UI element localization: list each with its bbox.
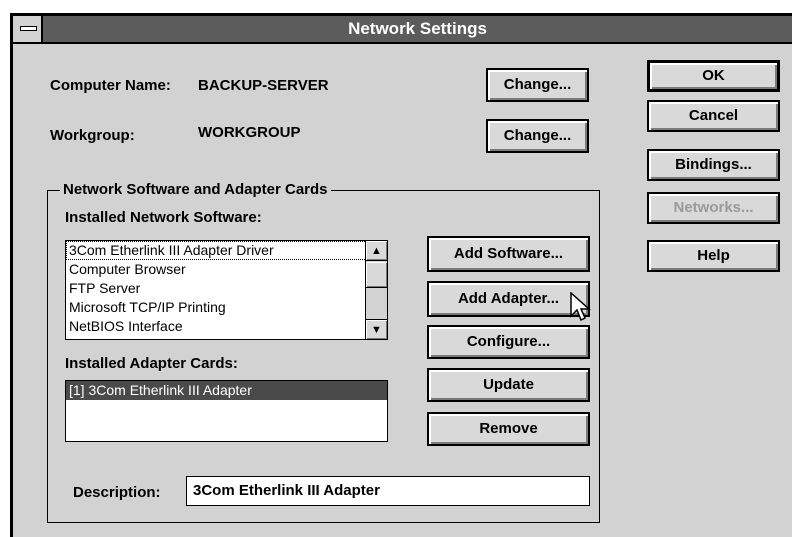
- scroll-up-button[interactable]: ▲: [366, 241, 387, 261]
- installed-adapters-label: Installed Adapter Cards:: [65, 355, 238, 372]
- system-menu-icon: [20, 26, 37, 31]
- ok-label: OK: [702, 67, 725, 84]
- software-list-item[interactable]: NetBIOS Interface: [66, 317, 387, 336]
- scroll-thumb[interactable]: [366, 262, 387, 288]
- configure-button[interactable]: Configure...: [427, 325, 590, 359]
- change-workgroup-button[interactable]: Change...: [486, 119, 589, 153]
- software-list-item[interactable]: Computer Browser: [66, 260, 387, 279]
- scroll-down-button[interactable]: ▼: [366, 319, 387, 339]
- configure-label: Configure...: [466, 333, 551, 350]
- change-workgroup-label: Change...: [503, 127, 572, 144]
- software-scrollbar[interactable]: ▲ ▼: [365, 241, 387, 339]
- workgroup-value: WORKGROUP: [198, 124, 301, 141]
- cancel-button[interactable]: Cancel: [647, 100, 780, 132]
- cancel-label: Cancel: [688, 107, 739, 124]
- add-software-button[interactable]: Add Software...: [427, 236, 590, 272]
- installed-software-label: Installed Network Software:: [65, 209, 262, 226]
- add-software-label: Add Software...: [453, 245, 564, 262]
- add-adapter-button[interactable]: Add Adapter...: [427, 281, 590, 317]
- installed-software-list[interactable]: 3Com Etherlink III Adapter Driver Compute…: [65, 240, 388, 340]
- software-items: 3Com Etherlink III Adapter Driver Compute…: [66, 241, 387, 336]
- mouse-pointer-icon: [570, 292, 591, 322]
- workgroup-label: Workgroup:: [50, 127, 135, 144]
- networks-button[interactable]: Networks...: [647, 192, 780, 224]
- remove-label: Remove: [479, 420, 538, 437]
- add-adapter-label: Add Adapter...: [457, 290, 560, 307]
- help-button[interactable]: Help: [647, 240, 780, 272]
- software-list-item[interactable]: FTP Server: [66, 279, 387, 298]
- adapter-list-item[interactable]: [1] 3Com Etherlink III Adapter: [66, 381, 387, 400]
- adapter-items: [1] 3Com Etherlink III Adapter: [66, 381, 387, 400]
- bindings-button[interactable]: Bindings...: [647, 149, 780, 181]
- description-field: 3Com Etherlink III Adapter: [186, 476, 590, 506]
- window-title: Network Settings: [348, 19, 487, 38]
- description-label: Description:: [73, 484, 161, 501]
- ok-button[interactable]: OK: [647, 60, 780, 92]
- update-button[interactable]: Update: [427, 368, 590, 402]
- change-computer-name-label: Change...: [503, 76, 572, 93]
- installed-adapters-list[interactable]: [1] 3Com Etherlink III Adapter: [65, 380, 388, 442]
- computer-name-value: BACKUP-SERVER: [198, 77, 329, 94]
- title-bar[interactable]: Network Settings: [13, 16, 792, 44]
- networks-label: Networks...: [673, 199, 754, 216]
- scroll-up-arrow-icon: ▲: [371, 245, 382, 257]
- scroll-down-arrow-icon: ▼: [371, 324, 382, 336]
- software-list-item[interactable]: 3Com Etherlink III Adapter Driver: [66, 241, 387, 260]
- system-menu-button[interactable]: [13, 16, 43, 42]
- change-computer-name-button[interactable]: Change...: [486, 68, 589, 102]
- help-label: Help: [697, 247, 730, 264]
- bindings-label: Bindings...: [675, 156, 752, 173]
- software-list-item[interactable]: Microsoft TCP/IP Printing: [66, 298, 387, 317]
- computer-name-label: Computer Name:: [50, 77, 171, 94]
- remove-button[interactable]: Remove: [427, 412, 590, 446]
- update-label: Update: [483, 376, 534, 393]
- group-title: Network Software and Adapter Cards: [60, 181, 331, 198]
